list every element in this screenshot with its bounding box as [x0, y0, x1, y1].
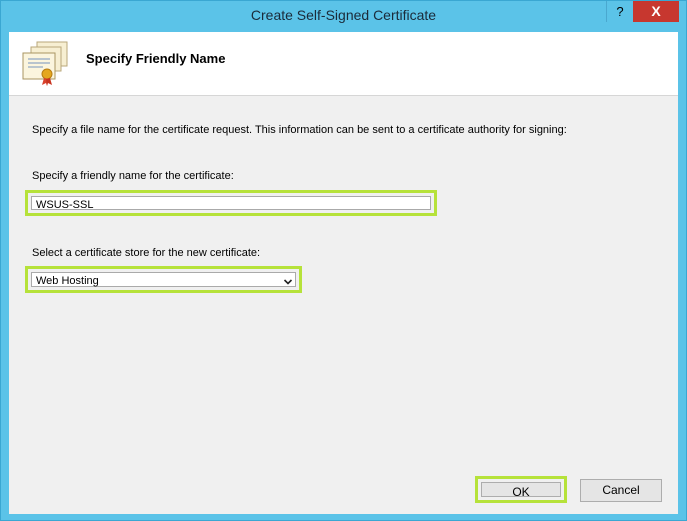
- dialog-window: Create Self-Signed Certificate ? X Speci…: [0, 0, 687, 521]
- certificate-store-label: Select a certificate store for the new c…: [32, 247, 261, 259]
- certificate-store-highlight: Web Hosting: [25, 266, 302, 293]
- certificate-store-value: Web Hosting: [36, 275, 99, 287]
- window-title: Create Self-Signed Certificate: [250, 7, 437, 23]
- title-bar[interactable]: Create Self-Signed Certificate ? X: [1, 1, 686, 32]
- certificate-store-select[interactable]: Web Hosting: [31, 272, 296, 287]
- close-button[interactable]: X: [633, 1, 679, 22]
- certificate-icon: [22, 41, 68, 86]
- chevron-down-icon[interactable]: [283, 277, 293, 287]
- description-text: Specify a file name for the certificate …: [32, 124, 567, 136]
- ok-button[interactable]: OK: [481, 482, 561, 499]
- friendly-name-input[interactable]: WSUS-SSL: [31, 196, 431, 211]
- cancel-button[interactable]: Cancel: [580, 479, 662, 502]
- help-button[interactable]: ?: [606, 1, 633, 22]
- friendly-name-label: Specify a friendly name for the certific…: [32, 170, 234, 182]
- ok-highlight: OK: [475, 476, 567, 503]
- page-title: Specify Friendly Name: [86, 51, 226, 66]
- friendly-name-highlight: WSUS-SSL: [25, 190, 437, 216]
- wizard-header: Specify Friendly Name: [9, 32, 678, 96]
- wizard-content: Specify a file name for the certificate …: [9, 96, 678, 514]
